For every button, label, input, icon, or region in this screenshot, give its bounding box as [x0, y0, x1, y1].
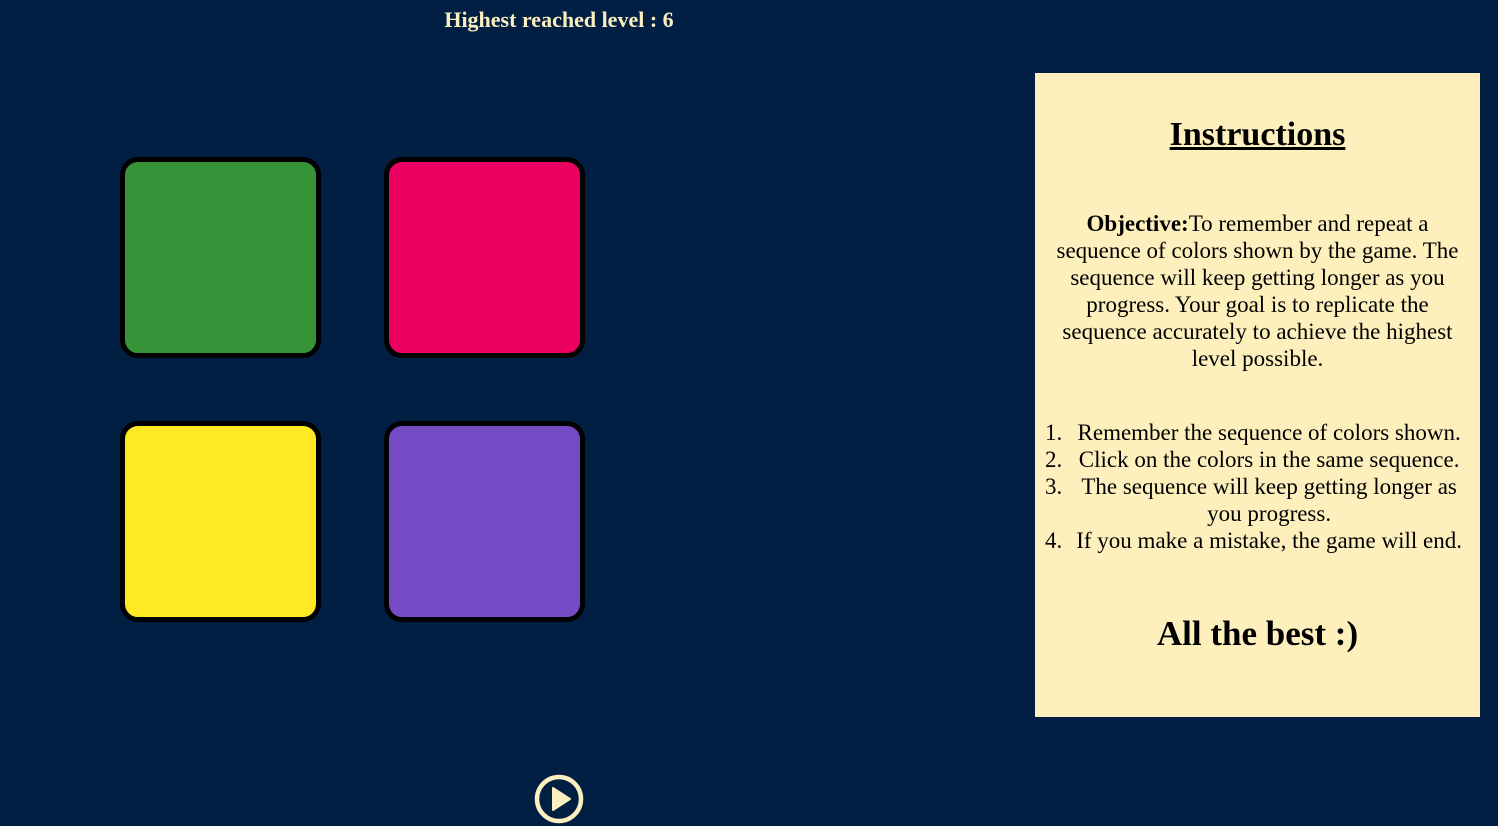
step-number: 3. [1045, 474, 1063, 499]
step-text: Click on the colors in the same sequence… [1078, 447, 1460, 472]
objective-label: Objective: [1086, 211, 1189, 236]
green-pad[interactable] [120, 157, 321, 358]
step-item: 2. Click on the colors in the same sequen… [1045, 446, 1470, 473]
yellow-pad[interactable] [120, 421, 321, 622]
play-circle-icon [534, 774, 584, 824]
step-text: The sequence will keep getting longer as… [1081, 474, 1457, 526]
step-number: 4. [1045, 528, 1063, 553]
step-text: If you make a mistake, the game will end… [1076, 528, 1463, 553]
step-text: Remember the sequence of colors shown. [1077, 420, 1461, 445]
step-item: 4. If you make a mistake, the game will e… [1045, 527, 1470, 554]
highest-level-label: Highest reached level : 6 [444, 7, 674, 32]
step-number: 2. [1045, 447, 1063, 472]
instructions-panel: Instructions Objective:To remember and r… [1035, 73, 1480, 717]
play-button[interactable] [534, 774, 584, 824]
step-item: 3. The sequence will keep getting longer … [1045, 473, 1470, 527]
step-item: 1. Remember the sequence of colors shown. [1045, 419, 1470, 446]
purple-pad[interactable] [384, 421, 585, 622]
objective-paragraph: Objective:To remember and repeat a seque… [1045, 210, 1470, 372]
closing-message: All the best :) [1156, 614, 1359, 653]
instructions-title: Instructions [1169, 116, 1346, 153]
red-pad[interactable] [384, 157, 585, 358]
instruction-steps: 1. Remember the sequence of colors shown.… [1045, 419, 1470, 554]
step-number: 1. [1045, 420, 1063, 445]
